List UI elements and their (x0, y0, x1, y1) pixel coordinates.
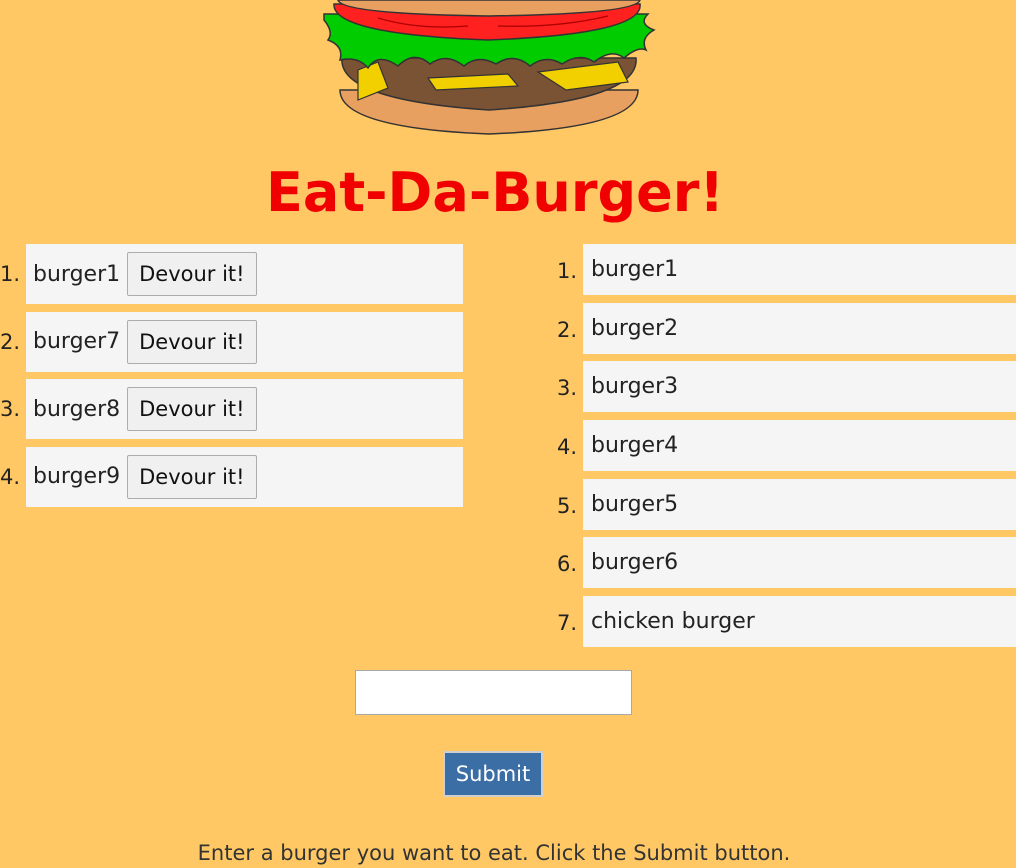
page-title: Eat-Da-Burger! (266, 161, 724, 224)
burger-name-input[interactable] (355, 670, 632, 715)
list-item: 6. burger6 (552, 537, 1016, 589)
burger-item: burger7 Devour it! (26, 311, 463, 372)
item-number: 2. (0, 329, 21, 354)
burger-item: burger1 Devour it! (26, 244, 463, 304)
burger-name: burger6 (591, 550, 679, 576)
submit-button[interactable]: Submit (443, 751, 543, 797)
list-item: 2. burger7 Devour it! (0, 311, 463, 372)
devoured-item: burger2 (583, 302, 1016, 354)
burger-name: burger1 (33, 261, 121, 287)
devour-button[interactable]: Devour it! (127, 252, 257, 296)
devoured-item: burger5 (583, 478, 1016, 530)
devoured-item: burger4 (583, 420, 1016, 472)
burger-name: burger5 (591, 491, 679, 517)
list-item: 1. burger1 (552, 244, 1016, 295)
item-number: 6. (556, 552, 577, 577)
instructions-text: Enter a burger you want to eat. Click th… (197, 841, 791, 865)
burger-name: chicken burger (591, 609, 755, 635)
burger-name: burger1 (591, 257, 679, 282)
list-item: 4. burger4 (552, 420, 1016, 472)
devoured-item: burger6 (583, 537, 1016, 589)
item-number: 4. (0, 464, 21, 489)
list-item: 4. burger9 Devour it! (0, 446, 463, 507)
devoured-burger-list: 1. burger1 2. burger2 3. burger3 4. burg… (552, 244, 1016, 655)
burger-name: burger3 (591, 374, 679, 400)
devour-button[interactable]: Devour it! (127, 319, 257, 364)
list-item: 5. burger5 (552, 478, 1016, 530)
item-number: 3. (0, 397, 21, 421)
item-number: 1. (556, 259, 577, 283)
item-number: 7. (556, 611, 577, 636)
burger-item: burger9 Devour it! (26, 446, 463, 507)
list-item: 7. chicken burger (552, 596, 1016, 648)
devoured-item: burger1 (583, 244, 1016, 295)
devoured-item: burger3 (583, 361, 1016, 413)
devoured-item: chicken burger (583, 596, 1016, 648)
burger-name: burger4 (591, 433, 679, 459)
item-number: 3. (556, 376, 577, 401)
devour-button[interactable]: Devour it! (127, 454, 257, 499)
list-item: 1. burger1 Devour it! (0, 244, 463, 304)
burger-name: burger9 (33, 464, 121, 489)
devour-button[interactable]: Devour it! (127, 387, 257, 431)
burger-name: burger2 (591, 315, 679, 341)
item-number: 4. (556, 435, 577, 460)
burger-name: burger8 (33, 396, 121, 422)
list-item: 3. burger8 Devour it! (0, 379, 463, 439)
list-item: 3. burger3 (552, 361, 1016, 413)
item-number: 5. (556, 493, 577, 518)
list-item: 2. burger2 (552, 302, 1016, 354)
burger-name: burger7 (33, 329, 121, 354)
burger-item: burger8 Devour it! (26, 379, 463, 439)
item-number: 1. (0, 262, 21, 286)
burger-logo-icon (323, 0, 656, 135)
uneaten-burger-list: 1. burger1 Devour it! 2. burger7 Devour … (0, 244, 463, 514)
item-number: 2. (556, 317, 577, 342)
